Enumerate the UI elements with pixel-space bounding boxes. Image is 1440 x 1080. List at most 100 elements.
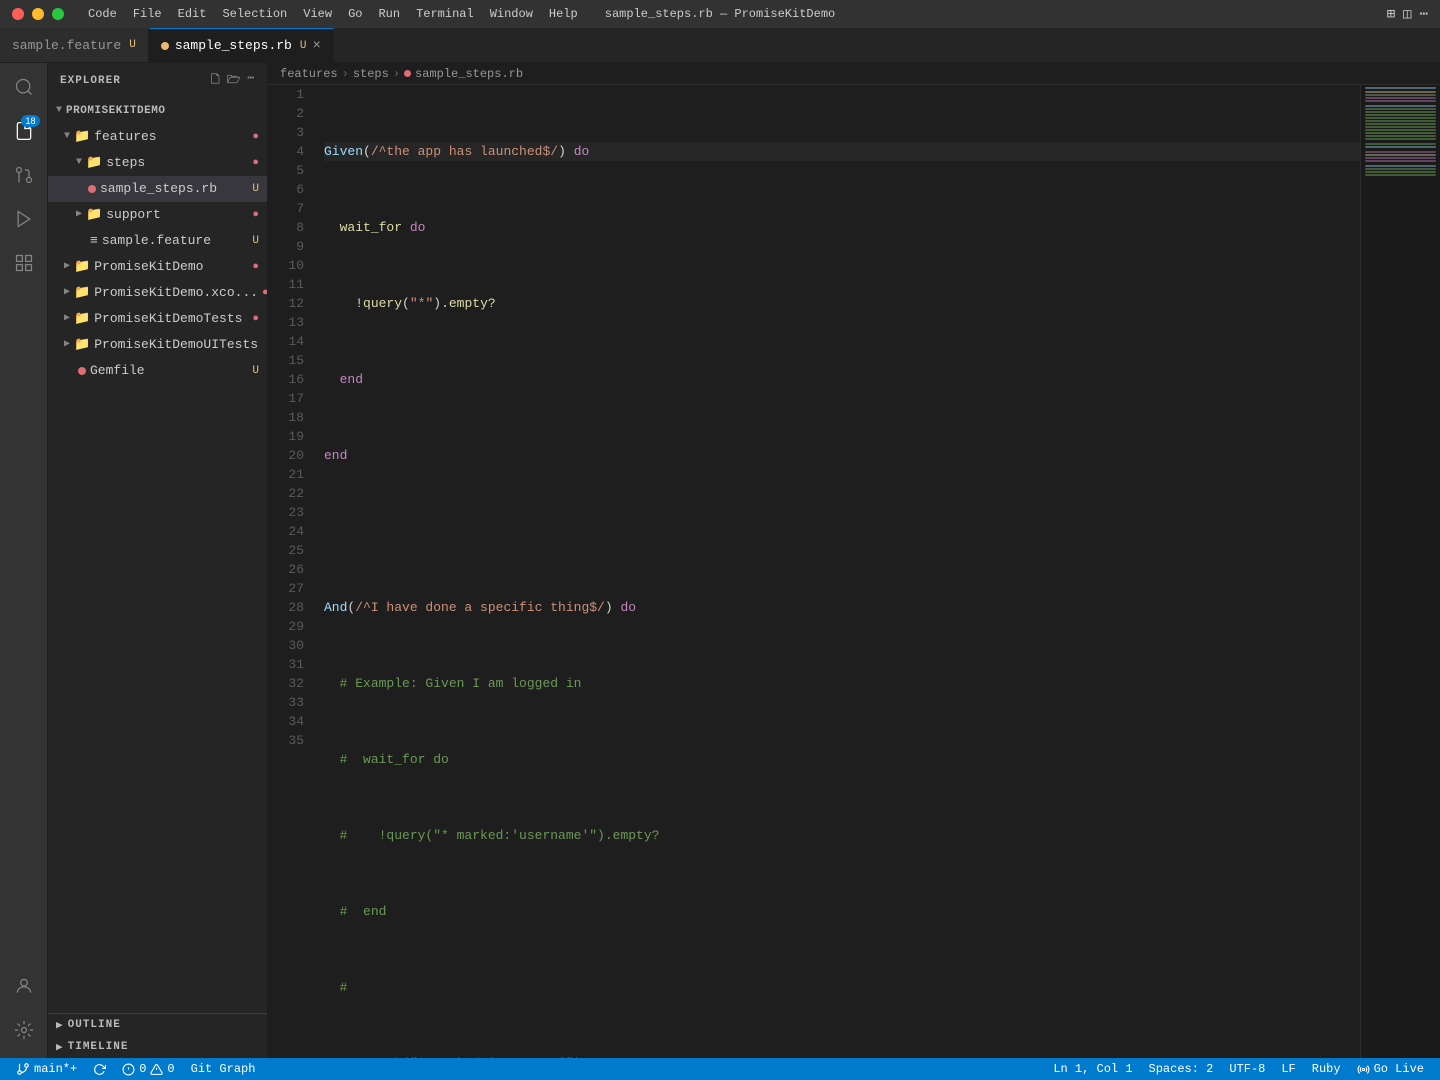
git-branch-icon — [16, 1062, 30, 1076]
minimap-line — [1365, 94, 1436, 96]
menu-code[interactable]: Code — [88, 7, 117, 21]
menu-go[interactable]: Go — [348, 7, 362, 21]
minimap-line — [1365, 91, 1436, 93]
menu-help[interactable]: Help — [549, 7, 578, 21]
new-folder-icon[interactable]: 🗁 — [227, 71, 242, 90]
menu-window[interactable]: Window — [490, 7, 533, 21]
line-num-21: 21 — [268, 465, 304, 484]
sidebar-item-sample-feature[interactable]: ≡ sample.feature U — [48, 228, 267, 254]
explorer-icon[interactable]: 18 — [4, 111, 44, 151]
git-branch-label: main*+ — [34, 1062, 77, 1076]
maximize-button[interactable] — [52, 8, 64, 20]
menu-selection[interactable]: Selection — [222, 7, 287, 21]
git-graph-item[interactable]: Git Graph — [183, 1062, 264, 1076]
folder-icon: 📁 — [86, 204, 102, 226]
tab-sample-steps[interactable]: sample_steps.rb U × — [149, 28, 334, 62]
sidebar-item-promisekitdemo-xco[interactable]: ▶ 📁 PromiseKitDemo.xco... ● — [48, 280, 267, 306]
sidebar-item-sample-steps[interactable]: sample_steps.rb U — [48, 176, 267, 202]
line-numbers: 1 2 3 4 5 6 7 8 9 10 11 12 13 14 15 16 1 — [268, 85, 316, 1058]
language-item[interactable]: Ruby — [1304, 1062, 1349, 1076]
folder-icon: 📁 — [74, 282, 90, 304]
menu-view[interactable]: View — [303, 7, 332, 21]
menu-run[interactable]: Run — [378, 7, 400, 21]
minimap-line — [1365, 105, 1436, 107]
sync-icon-item[interactable] — [85, 1063, 114, 1076]
layout-icon[interactable]: ⊞ — [1387, 6, 1395, 23]
modified-badge: U — [252, 178, 259, 200]
tab-label: sample_steps.rb — [175, 38, 292, 53]
sidebar-item-label: steps — [106, 152, 145, 174]
split-icon[interactable]: ◫ — [1403, 6, 1411, 23]
timeline-header[interactable]: ▶ TIMELINE — [48, 1036, 267, 1058]
chevron-right-icon: ▶ — [64, 334, 70, 356]
git-branch-item[interactable]: main*+ — [8, 1062, 85, 1076]
chevron-right-icon: ▶ — [64, 282, 70, 304]
search-icon[interactable] — [4, 67, 44, 107]
line-col-item[interactable]: Ln 1, Col 1 — [1045, 1062, 1140, 1076]
error-icon — [122, 1063, 135, 1076]
timeline-label: TIMELINE — [68, 1041, 129, 1053]
tab-close-button[interactable]: × — [312, 38, 320, 54]
sidebar-item-promisekitdemotests[interactable]: ▶ 📁 PromiseKitDemoTests ● — [48, 306, 267, 332]
sidebar-item-label: sample.feature — [102, 230, 211, 252]
line-num-16: 16 — [268, 370, 304, 389]
statusbar: main*+ 0 0 Git Graph — [0, 1058, 1440, 1080]
sidebar-root[interactable]: ▼ PROMISEKITDEMO — [48, 98, 267, 124]
breadcrumb-file[interactable]: sample_steps.rb — [415, 67, 523, 81]
line-num-19: 19 — [268, 427, 304, 446]
sidebar-item-label: PromiseKitDemoTests — [94, 308, 242, 330]
editor[interactable]: 1 2 3 4 5 6 7 8 9 10 11 12 13 14 15 16 1 — [268, 85, 1440, 1058]
minimize-button[interactable] — [32, 8, 44, 20]
code-line-6 — [324, 522, 1360, 541]
spaces-item[interactable]: Spaces: 2 — [1141, 1062, 1222, 1076]
line-num-35: 35 — [268, 731, 304, 750]
minimap-line — [1365, 87, 1436, 89]
minimap-line — [1365, 132, 1436, 134]
more-actions-icon[interactable]: ⋯ — [247, 71, 255, 90]
minimap-line — [1365, 141, 1436, 142]
minimap-line — [1365, 154, 1436, 156]
new-file-icon[interactable]: 🗋 — [211, 71, 221, 90]
file-icon: ≡ — [90, 230, 98, 252]
breadcrumb-sep: › — [393, 67, 400, 81]
sidebar-item-support[interactable]: ▶ 📁 support ● — [48, 202, 267, 228]
run-icon[interactable] — [4, 199, 44, 239]
tab-sample-feature[interactable]: sample.feature U — [0, 28, 149, 62]
breadcrumb-features[interactable]: features — [280, 67, 338, 81]
code-line-11: # end — [324, 902, 1360, 921]
menu-edit[interactable]: Edit — [178, 7, 207, 21]
sidebar-header-icons: 🗋 🗁 ⋯ — [211, 71, 255, 90]
outline-header[interactable]: ▶ OUTLINE — [48, 1014, 267, 1036]
menu-terminal[interactable]: Terminal — [416, 7, 474, 21]
go-live-item[interactable]: Go Live — [1349, 1062, 1432, 1076]
line-num-1: 1 — [268, 85, 304, 104]
minimap — [1360, 85, 1440, 1058]
errors-item[interactable]: 0 0 — [114, 1062, 182, 1076]
close-button[interactable] — [12, 8, 24, 20]
eol-item[interactable]: LF — [1273, 1062, 1303, 1076]
code-line-2: wait_for do — [324, 218, 1360, 237]
breadcrumb-steps[interactable]: steps — [353, 67, 389, 81]
sidebar-item-features[interactable]: ▼ 📁 features ● — [48, 124, 267, 150]
file-dot-icon — [88, 185, 96, 193]
sidebar-item-promisekitdemouitests[interactable]: ▶ 📁 PromiseKitDemoUITests — [48, 332, 267, 358]
file-dot-icon — [404, 70, 411, 77]
sidebar-item-promisekitdemo[interactable]: ▶ 📁 PromiseKitDemo ● — [48, 254, 267, 280]
encoding-item[interactable]: UTF-8 — [1221, 1062, 1273, 1076]
menu-file[interactable]: File — [133, 7, 162, 21]
sidebar-spacer — [48, 384, 267, 1013]
extensions-icon[interactable] — [4, 243, 44, 283]
code-content[interactable]: Given(/^the app has launched$/) do wait_… — [316, 85, 1360, 1058]
line-num-22: 22 — [268, 484, 304, 503]
sidebar-item-gemfile[interactable]: Gemfile U — [48, 358, 267, 384]
account-icon[interactable] — [4, 966, 44, 1006]
code-line-1: Given(/^the app has launched$/) do — [324, 142, 1360, 161]
settings-icon[interactable] — [4, 1010, 44, 1050]
chevron-down-icon: ▼ — [76, 152, 82, 174]
more-icon[interactable]: ⋯ — [1420, 6, 1428, 23]
sidebar-item-steps[interactable]: ▼ 📁 steps ● — [48, 150, 267, 176]
code-line-12: # — [324, 978, 1360, 997]
minimap-line — [1365, 138, 1436, 140]
source-control-icon[interactable] — [4, 155, 44, 195]
language-label: Ruby — [1312, 1062, 1341, 1076]
